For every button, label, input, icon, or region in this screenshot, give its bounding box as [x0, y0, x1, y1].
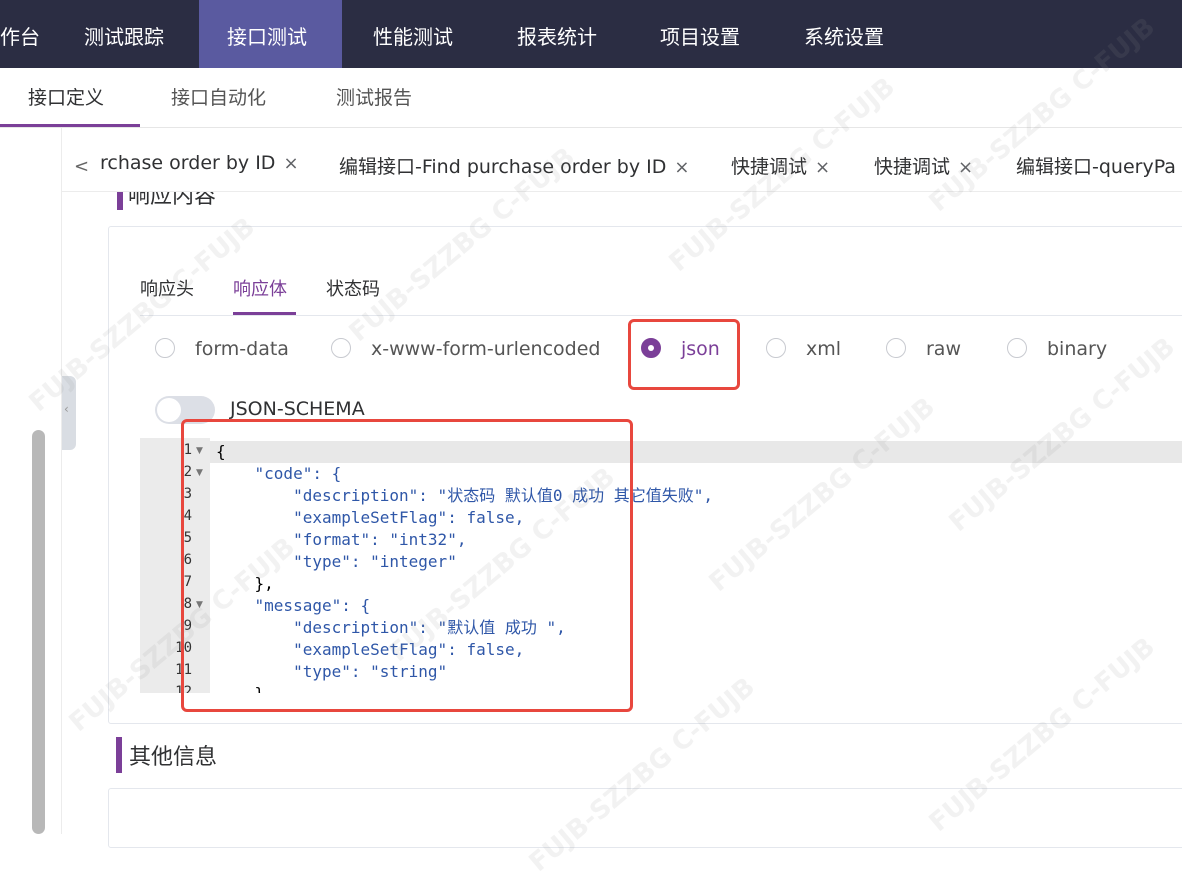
radio-label: raw — [926, 338, 961, 360]
radio-icon — [1007, 337, 1027, 358]
response-section-title: 响应内容 — [128, 192, 217, 209]
radio-icon — [886, 337, 906, 358]
json-highlight-box — [628, 319, 740, 390]
radio-binary[interactable]: binary — [1007, 337, 1108, 364]
subnav-api-automation[interactable]: 接口自动化 — [171, 68, 266, 127]
toggle-knob — [157, 398, 181, 422]
nav-item-performance-test[interactable]: 性能测试 — [359, 0, 467, 68]
close-icon[interactable]: × — [283, 153, 298, 174]
code-highlight-box — [181, 419, 633, 712]
other-info-panel — [108, 788, 1182, 848]
nav-item-project-settings[interactable]: 项目设置 — [646, 0, 754, 68]
tab-label: 编辑接口-queryPa — [1016, 156, 1176, 178]
sub-nav: 接口定义 接口自动化 测试报告 — [0, 68, 1182, 128]
chevron-left-icon: ‹ — [64, 402, 69, 416]
tab-label: 快捷调试 — [731, 156, 808, 178]
radio-icon — [331, 337, 351, 358]
radio-label: binary — [1047, 338, 1108, 360]
response-section-header: 响应内容 — [108, 192, 1182, 212]
json-schema-label: JSON-SCHEMA — [230, 398, 365, 420]
subnav-test-report[interactable]: 测试报告 — [336, 68, 412, 127]
top-nav: 作台 测试跟踪 接口测试 性能测试 报表统计 项目设置 系统设置 — [0, 0, 1182, 68]
tabs-divider — [140, 315, 1182, 316]
tab-purchase-order[interactable]: rchase order by ID × — [100, 152, 299, 174]
radio-x-www-form-urlencoded[interactable]: x-www-form-urlencoded — [331, 337, 601, 364]
other-info-section-title: 其他信息 — [129, 745, 218, 770]
tab-status-code[interactable]: 状态码 — [326, 275, 380, 301]
tab-label: 编辑接口-Find purchase order by ID — [339, 156, 667, 178]
nav-item-api-test[interactable]: 接口测试 — [199, 0, 342, 68]
radio-xml[interactable]: xml — [766, 337, 842, 364]
tab-quick-debug-2[interactable]: 快捷调试 × — [874, 152, 973, 179]
tab-edit-find-purchase-order[interactable]: 编辑接口-Find purchase order by ID × — [339, 152, 689, 179]
tab-response-headers[interactable]: 响应头 — [140, 275, 194, 301]
section-marker — [117, 192, 123, 210]
left-sidebar — [0, 128, 62, 834]
nav-item-system-settings[interactable]: 系统设置 — [790, 0, 898, 68]
nav-item-workbench[interactable]: 作台 — [0, 0, 54, 68]
active-tab-indicator — [233, 312, 296, 315]
radio-label: form-data — [195, 338, 289, 360]
radio-form-data[interactable]: form-data — [155, 337, 289, 364]
nav-item-test-tracking[interactable]: 测试跟踪 — [70, 0, 178, 68]
radio-raw[interactable]: raw — [886, 337, 961, 364]
tab-edit-query[interactable]: 编辑接口-queryPa — [1016, 152, 1176, 179]
radio-icon — [155, 337, 175, 358]
close-icon[interactable]: × — [958, 157, 973, 178]
close-icon[interactable]: × — [674, 157, 689, 178]
sidebar-collapse-handle[interactable]: ‹ — [62, 376, 76, 450]
subnav-active-indicator — [0, 124, 140, 127]
radio-label: xml — [806, 338, 842, 360]
editor-tab-strip: < rchase order by ID × 编辑接口-Find purchase… — [62, 128, 1182, 192]
subnav-api-definition[interactable]: 接口定义 — [28, 68, 104, 127]
tab-response-body[interactable]: 响应体 — [233, 275, 287, 301]
sidebar-scrollbar[interactable] — [32, 430, 45, 834]
radio-icon — [766, 337, 786, 358]
tab-quick-debug-1[interactable]: 快捷调试 × — [731, 152, 830, 179]
close-icon[interactable]: × — [815, 157, 830, 178]
radio-label: x-www-form-urlencoded — [371, 338, 601, 360]
tab-scroll-left-icon[interactable]: < — [74, 156, 89, 177]
tab-label: rchase order by ID — [100, 152, 276, 174]
section-marker — [116, 737, 122, 773]
tab-label: 快捷调试 — [874, 156, 951, 178]
nav-item-reports[interactable]: 报表统计 — [503, 0, 611, 68]
